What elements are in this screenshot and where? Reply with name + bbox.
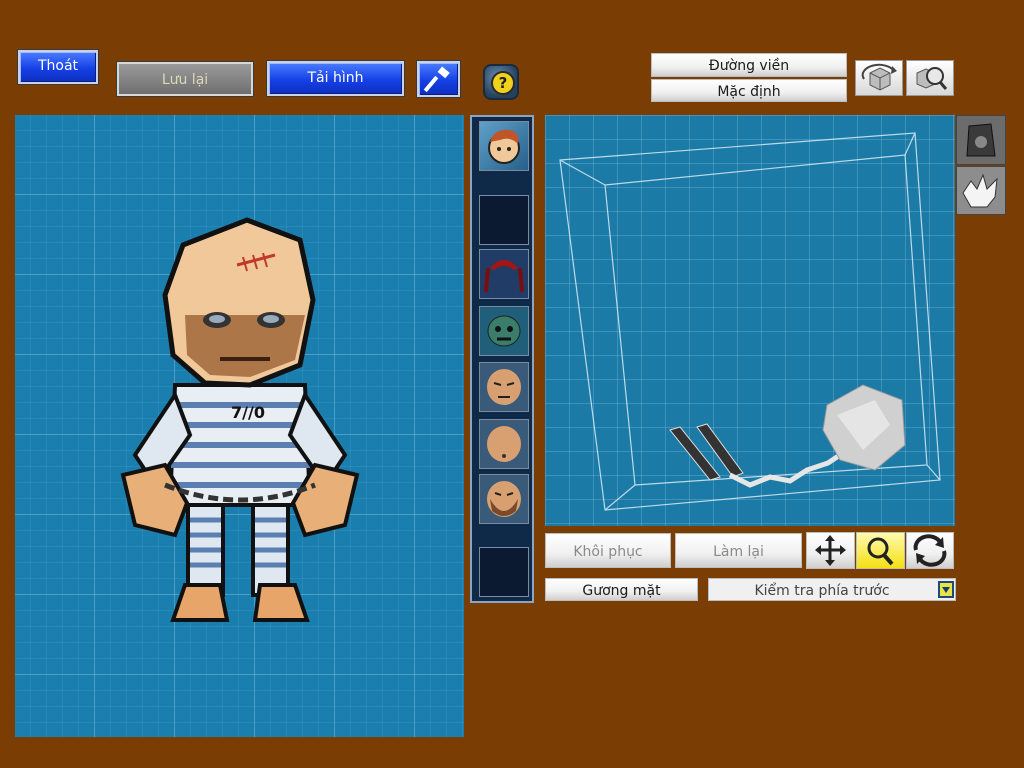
- redo-button[interactable]: Làm lại: [675, 533, 802, 568]
- check-view-select[interactable]: Kiểm tra phía trước: [708, 578, 956, 601]
- part-thumb-face-plain[interactable]: [479, 419, 529, 469]
- move-arrows-icon: [815, 535, 846, 566]
- spiky-shape-icon: [962, 173, 998, 208]
- outline-button[interactable]: Đường viền: [651, 53, 847, 77]
- reload-image-button[interactable]: Tải hình: [266, 60, 405, 97]
- redo-button-label: Làm lại: [713, 544, 764, 560]
- exit-button-label: Thoát: [37, 58, 79, 74]
- magnifier-icon: [867, 537, 894, 566]
- parts-strip: [470, 115, 534, 603]
- move-tool-button[interactable]: [806, 532, 855, 569]
- zoom-view-button[interactable]: [906, 60, 954, 96]
- face-icon: [487, 426, 521, 462]
- skull-tool-button[interactable]: [956, 115, 1006, 165]
- check-view-select-value: Kiểm tra phía trước: [754, 583, 890, 599]
- skull-cube-icon: [966, 123, 996, 157]
- rotate-cube-icon: [861, 63, 897, 91]
- rotate-arrows-icon: [913, 534, 947, 567]
- help-button[interactable]: ?: [483, 64, 519, 100]
- shirt-number: 7//0: [231, 403, 265, 422]
- face-icon: [487, 369, 521, 405]
- chevron-down-icon: [942, 587, 950, 593]
- part-thumb-face-beard[interactable]: [479, 474, 529, 524]
- face-button-label: Gương mặt: [582, 583, 661, 599]
- save-button[interactable]: Lưu lại: [116, 61, 254, 97]
- hammer-icon: [423, 66, 450, 93]
- part-thumb-portrait[interactable]: [479, 121, 529, 171]
- restore-button-label: Khôi phục: [573, 544, 643, 560]
- help-glyph: ?: [498, 74, 508, 92]
- help-icon: ?: [491, 71, 515, 95]
- portrait-icon: [488, 129, 520, 164]
- reload-image-button-label: Tải hình: [307, 70, 364, 86]
- part-editor-viewport[interactable]: [545, 115, 955, 526]
- part-thumb-empty-1[interactable]: [479, 195, 529, 245]
- part-thumb-face-frown[interactable]: [479, 362, 529, 412]
- zoom-cube-icon: [916, 67, 948, 90]
- green-mask-icon: [487, 315, 521, 347]
- rotate-tool-button[interactable]: [906, 532, 954, 569]
- zoom-tool-button[interactable]: [856, 532, 905, 569]
- default-view-button-label: Mặc định: [717, 84, 781, 100]
- hammer-button[interactable]: [416, 60, 461, 98]
- restore-button[interactable]: Khôi phục: [545, 533, 671, 568]
- default-view-button[interactable]: Mặc định: [651, 79, 847, 102]
- outline-button-label: Đường viền: [708, 58, 790, 74]
- part-thumb-hair[interactable]: [479, 249, 529, 299]
- save-button-label: Lưu lại: [161, 72, 209, 88]
- exit-button[interactable]: Thoát: [17, 49, 99, 85]
- character-preview[interactable]: 7//0: [15, 115, 464, 737]
- spiky-tool-button[interactable]: [956, 166, 1006, 215]
- wireframe-box: [559, 132, 941, 511]
- face-button[interactable]: Gương mặt: [545, 578, 698, 601]
- dropdown-arrow-button[interactable]: [938, 581, 954, 598]
- face-icon: [487, 481, 521, 517]
- part-thumb-empty-2[interactable]: [479, 547, 529, 597]
- character-model: 7//0: [120, 217, 360, 622]
- rotate-view-button[interactable]: [855, 60, 903, 96]
- red-hair-icon: [484, 260, 524, 293]
- part-thumb-mask[interactable]: [479, 306, 529, 356]
